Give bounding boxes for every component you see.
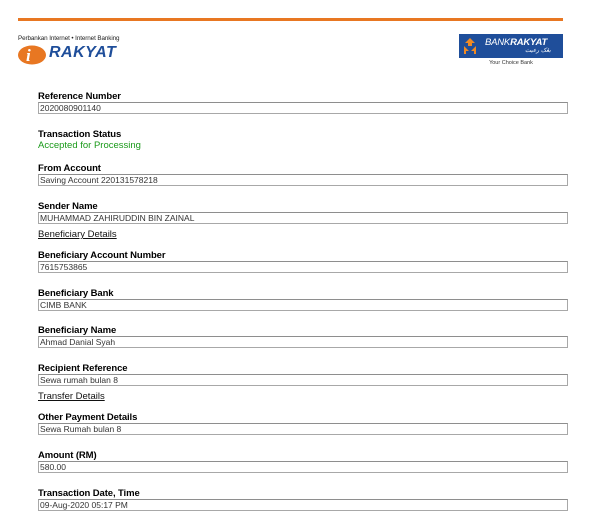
from-account-value: Saving Account 220131578218: [38, 174, 568, 186]
beneficiary-account-number-value: 7615753865: [38, 261, 568, 273]
reference-number-value: 2020080901140: [38, 102, 568, 114]
other-payment-details-label: Other Payment Details: [38, 412, 138, 423]
sender-name-label: Sender Name: [38, 201, 98, 212]
transaction-status-value: Accepted for Processing: [38, 140, 141, 151]
bank-rakyat-emblem-icon: [464, 38, 476, 54]
transfer-details-link[interactable]: Transfer Details: [38, 391, 105, 402]
bank-rakyat-logo: BANKRAKYAT بڠک رعيت Your Choice Bank: [459, 34, 564, 70]
transaction-datetime-value: 09-Aug-2020 05:17 PM: [38, 499, 568, 511]
from-account-label: From Account: [38, 163, 101, 174]
transaction-datetime-label: Transaction Date, Time: [38, 488, 140, 499]
bank-name-prefix: BANK: [485, 37, 511, 48]
beneficiary-details-link[interactable]: Beneficiary Details: [38, 229, 117, 240]
amount-label: Amount (RM): [38, 450, 97, 461]
bank-slogan: Your Choice Bank: [489, 60, 533, 66]
other-payment-details-value: Sewa Rumah bulan 8: [38, 423, 568, 435]
beneficiary-bank-label: Beneficiary Bank: [38, 288, 114, 299]
beneficiary-account-number-label: Beneficiary Account Number: [38, 250, 166, 261]
beneficiary-bank-value: CIMB BANK: [38, 299, 568, 311]
bank-rakyat-logo-box: BANKRAKYAT بڠک رعيت: [459, 34, 563, 58]
reference-number-label: Reference Number: [38, 91, 121, 102]
svg-text:i: i: [26, 46, 31, 65]
recipient-reference-label: Recipient Reference: [38, 363, 128, 374]
sender-name-value: MUHAMMAD ZAHIRUDDIN BIN ZAINAL: [38, 212, 568, 224]
irakyat-logo-mark: i RAKYAT: [18, 41, 148, 67]
irakyat-logo: Perbankan Internet • Internet Banking i …: [18, 35, 178, 65]
irakyat-logo-text: RAKYAT: [49, 44, 117, 61]
beneficiary-name-value: Ahmad Danial Syah: [38, 336, 568, 348]
recipient-reference-value: Sewa rumah bulan 8: [38, 374, 568, 386]
amount-value: 580.00: [38, 461, 568, 473]
bank-jawi-name: بڠک رعيت: [525, 48, 551, 54]
transaction-status-label: Transaction Status: [38, 129, 122, 140]
beneficiary-name-label: Beneficiary Name: [38, 325, 117, 336]
header-accent-rule: [18, 18, 563, 21]
